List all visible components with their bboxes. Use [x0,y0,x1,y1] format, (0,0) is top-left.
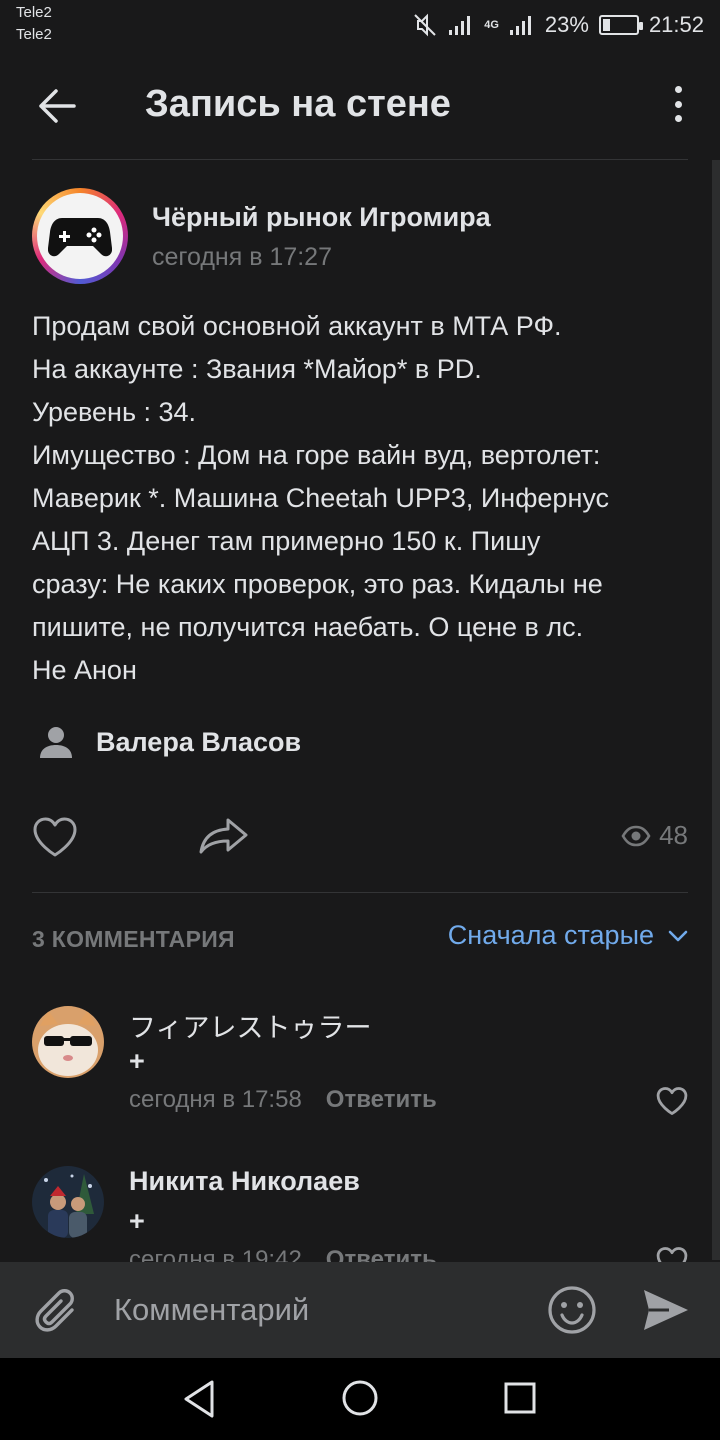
views-count: 48 [659,820,688,850]
comment-input-bar [0,1262,720,1358]
system-nav-bar [0,1358,720,1440]
comments-header: 3 КОММЕНТАРИЯ Сначала старые [32,920,688,960]
attach-button[interactable] [30,1284,82,1336]
actions-divider [32,892,688,893]
paperclip-icon [35,1289,74,1332]
comment-time: сегодня в 19:42 [129,1246,302,1262]
share-button[interactable] [198,816,250,860]
post-time: сегодня в 17:27 [152,243,332,271]
signal-icon [448,14,474,36]
reply-button[interactable]: Ответить [326,1086,437,1114]
triangle-back-icon [184,1380,214,1418]
signal-icon-2 [509,14,535,36]
commenter-avatar-photo[interactable] [32,1166,104,1238]
eye-icon [621,825,651,846]
post-signer[interactable]: Валера Власов [32,718,301,766]
group-name[interactable]: Чёрный рынок Игромира [152,202,491,233]
menu-dot [674,100,682,108]
scrollbar[interactable] [712,160,720,1260]
carrier-1: Tele2 [16,4,52,21]
back-button[interactable] [30,80,82,132]
nav-recents-button[interactable] [498,1378,542,1420]
reply-button[interactable]: Ответить [326,1246,437,1262]
user-icon [32,718,80,766]
header-divider [32,159,688,160]
comment-meta: сегодня в 19:42 Ответить [129,1246,437,1262]
mute-icon [412,12,438,38]
send-button[interactable] [640,1286,690,1334]
emoji-button[interactable] [546,1284,598,1336]
arrow-left-icon [39,89,76,123]
sort-dropdown[interactable]: Сначала старые [448,920,688,951]
page-title: Запись на стене [145,83,451,125]
commenter-name[interactable]: フィアレストゥラー [129,1006,371,1045]
heart-icon [656,1087,688,1115]
status-icons: 4G 23% 21:52 [412,10,704,40]
share-icon [199,818,248,854]
views-counter: 48 [621,820,688,851]
smiley-icon [548,1286,596,1334]
signer-name[interactable]: Валера Власов [96,727,301,758]
comment-input[interactable] [114,1288,514,1332]
clock: 21:52 [648,12,704,37]
comment-meta: сегодня в 17:58 Ответить [129,1086,437,1114]
heart-icon [656,1247,688,1262]
battery-percent: 23% [544,12,589,37]
post-text: Продам свой основной аккаунт в МТА РФ. Н… [32,311,610,685]
more-menu-button[interactable] [666,82,690,126]
comment-like-button[interactable] [656,1086,688,1116]
carrier-2: Tele2 [16,26,52,43]
comment-time: сегодня в 17:58 [129,1086,302,1113]
status-bar: Tele2 Tele2 4G 23% 21:52 [0,0,720,50]
comment-item: フィアレストゥラー + сегодня в 17:58 Ответить [32,1006,688,1126]
comments-count: 3 КОММЕНТАРИЯ [32,926,235,952]
square-recents-icon [504,1382,536,1414]
chevron-down-icon [668,930,688,941]
sort-label: Сначала старые [447,920,654,950]
commenter-avatar-cat[interactable] [32,1006,104,1078]
network-4g-icon: 4G [484,18,499,31]
comment-text: + [129,1046,145,1076]
circle-home-icon [342,1380,378,1416]
gamepad-icon [48,218,112,257]
commenter-name[interactable]: Никита Николаев [129,1166,360,1197]
post-actions: 48 [32,810,688,866]
comment-item: Никита Николаев + сегодня в 19:42 Ответи… [32,1166,688,1262]
menu-dot [674,86,682,93]
nav-home-button[interactable] [338,1376,382,1420]
heart-icon [33,817,77,857]
comment-like-button[interactable] [656,1246,688,1262]
post-author-row[interactable]: Чёрный рынок Игромира сегодня в 17:27 [32,188,682,284]
nav-back-button[interactable] [178,1378,222,1420]
app-header: Запись на стене [0,50,720,160]
send-icon [644,1290,688,1330]
group-avatar[interactable] [32,188,128,284]
comment-text: + [129,1206,145,1236]
battery-icon [598,15,643,35]
menu-dot [674,115,682,122]
like-button[interactable] [32,816,80,860]
